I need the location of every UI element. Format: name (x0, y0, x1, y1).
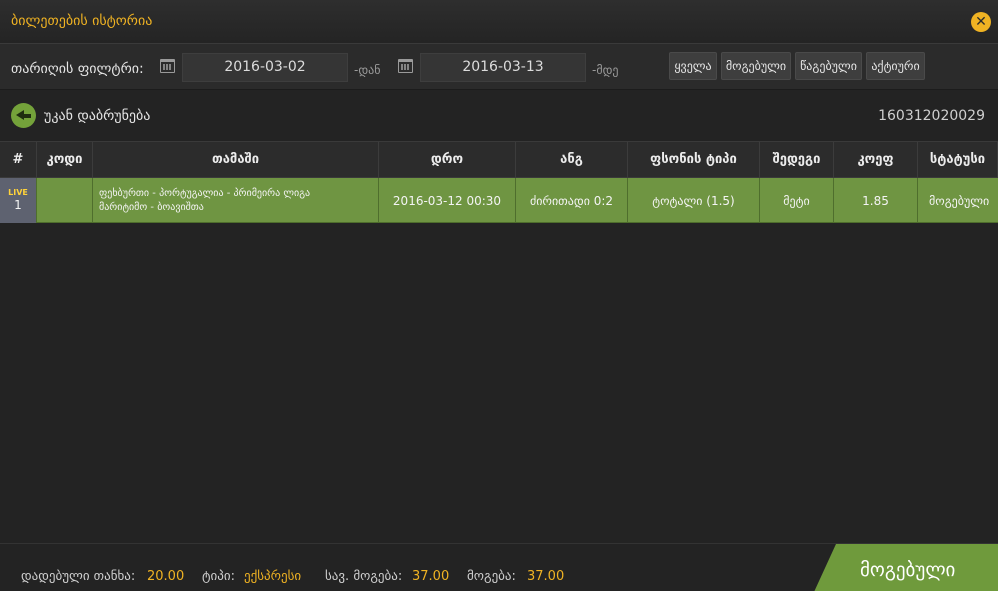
column-header-game: თამაში (93, 142, 379, 178)
game-teams: მარიტიმო - ბოავიშთა (99, 201, 204, 213)
game-league: ფეხბურთი - პორტუგალია - პრიმეირა ლიგა (99, 187, 311, 199)
type-label: ტიპი: (202, 569, 235, 584)
column-header-status: სტატუსი (918, 142, 998, 178)
result-cell: მეტი (760, 178, 834, 223)
win-label: მოგება: (467, 569, 516, 584)
back-button[interactable]: უკან დაბრუნება (44, 108, 150, 124)
potential-win-value: 37.00 (412, 569, 450, 584)
column-header-result: შედეგი (760, 142, 834, 178)
code-cell (37, 178, 93, 223)
type-value: ექსპრესი (244, 569, 302, 584)
status-cell: მოგებული (929, 193, 990, 208)
back-row: უკან დაბრუნება 160312020029 (0, 90, 998, 140)
calendar-icon[interactable] (160, 59, 175, 73)
row-number-cell: LIVE 1 (0, 178, 37, 223)
column-header-odds: კოეფ (834, 142, 918, 178)
ticket-status-banner: მოგებული (814, 544, 998, 591)
ticket-status-label: მოგებული (860, 559, 956, 581)
filter-all-button[interactable]: ყველა (669, 52, 717, 80)
filter-won-button[interactable]: მოგებული (721, 52, 791, 80)
table-row[interactable]: LIVE 1 ფეხბურთი - პორტუგალია - პრიმეირა … (0, 178, 998, 223)
odds-cell: 1.85 (834, 178, 918, 223)
score-cell: ძირითადი 0:2 (516, 178, 628, 223)
row-number: 1 (14, 198, 22, 212)
table-header: # კოდი თამაში დრო ანგ ფსონის ტიპი შედეგი… (0, 141, 998, 178)
ticket-summary-footer: დადებული თანხა: 20.00 ტიპი: ექსპრესი სავ… (0, 543, 998, 591)
potential-win-label: სავ. მოგება: (325, 569, 403, 584)
dialog-title: ბილეთების ისტორია (11, 13, 153, 29)
date-filter-bar: თარიღის ფილტრი: 2016-03-02 -დან 2016-03-… (0, 44, 998, 90)
bet-type-cell: ტოტალი (1.5) (628, 178, 760, 223)
win-value: 37.00 (527, 569, 565, 584)
from-date-suffix: -დან (354, 63, 381, 77)
column-header-bet-type: ფსონის ტიპი (628, 142, 760, 178)
time-cell: 2016-03-12 00:30 (379, 178, 516, 223)
date-filter-label: თარიღის ფილტრი: (11, 61, 144, 77)
filter-active-button[interactable]: აქტიური (866, 52, 925, 80)
dialog-titlebar: ბილეთების ისტორია ✕ (0, 0, 998, 44)
filter-lost-button[interactable]: წაგებული (795, 52, 862, 80)
calendar-icon[interactable] (398, 59, 413, 73)
stake-label: დადებული თანხა: (21, 569, 136, 584)
from-date-input[interactable]: 2016-03-02 (182, 53, 348, 82)
back-arrow-icon[interactable] (11, 103, 36, 128)
column-header-score: ანგ (516, 142, 628, 178)
to-date-suffix: -მდე (592, 63, 619, 77)
column-header-code: კოდი (37, 142, 93, 178)
stake-value: 20.00 (147, 569, 185, 584)
close-icon[interactable]: ✕ (971, 12, 991, 32)
game-cell: ფეხბურთი - პორტუგალია - პრიმეირა ლიგა მა… (93, 178, 379, 223)
to-date-input[interactable]: 2016-03-13 (420, 53, 586, 82)
live-badge: LIVE (8, 188, 28, 197)
ticket-id: 160312020029 (878, 108, 985, 124)
column-header-number: # (0, 142, 37, 178)
column-header-time: დრო (379, 142, 516, 178)
